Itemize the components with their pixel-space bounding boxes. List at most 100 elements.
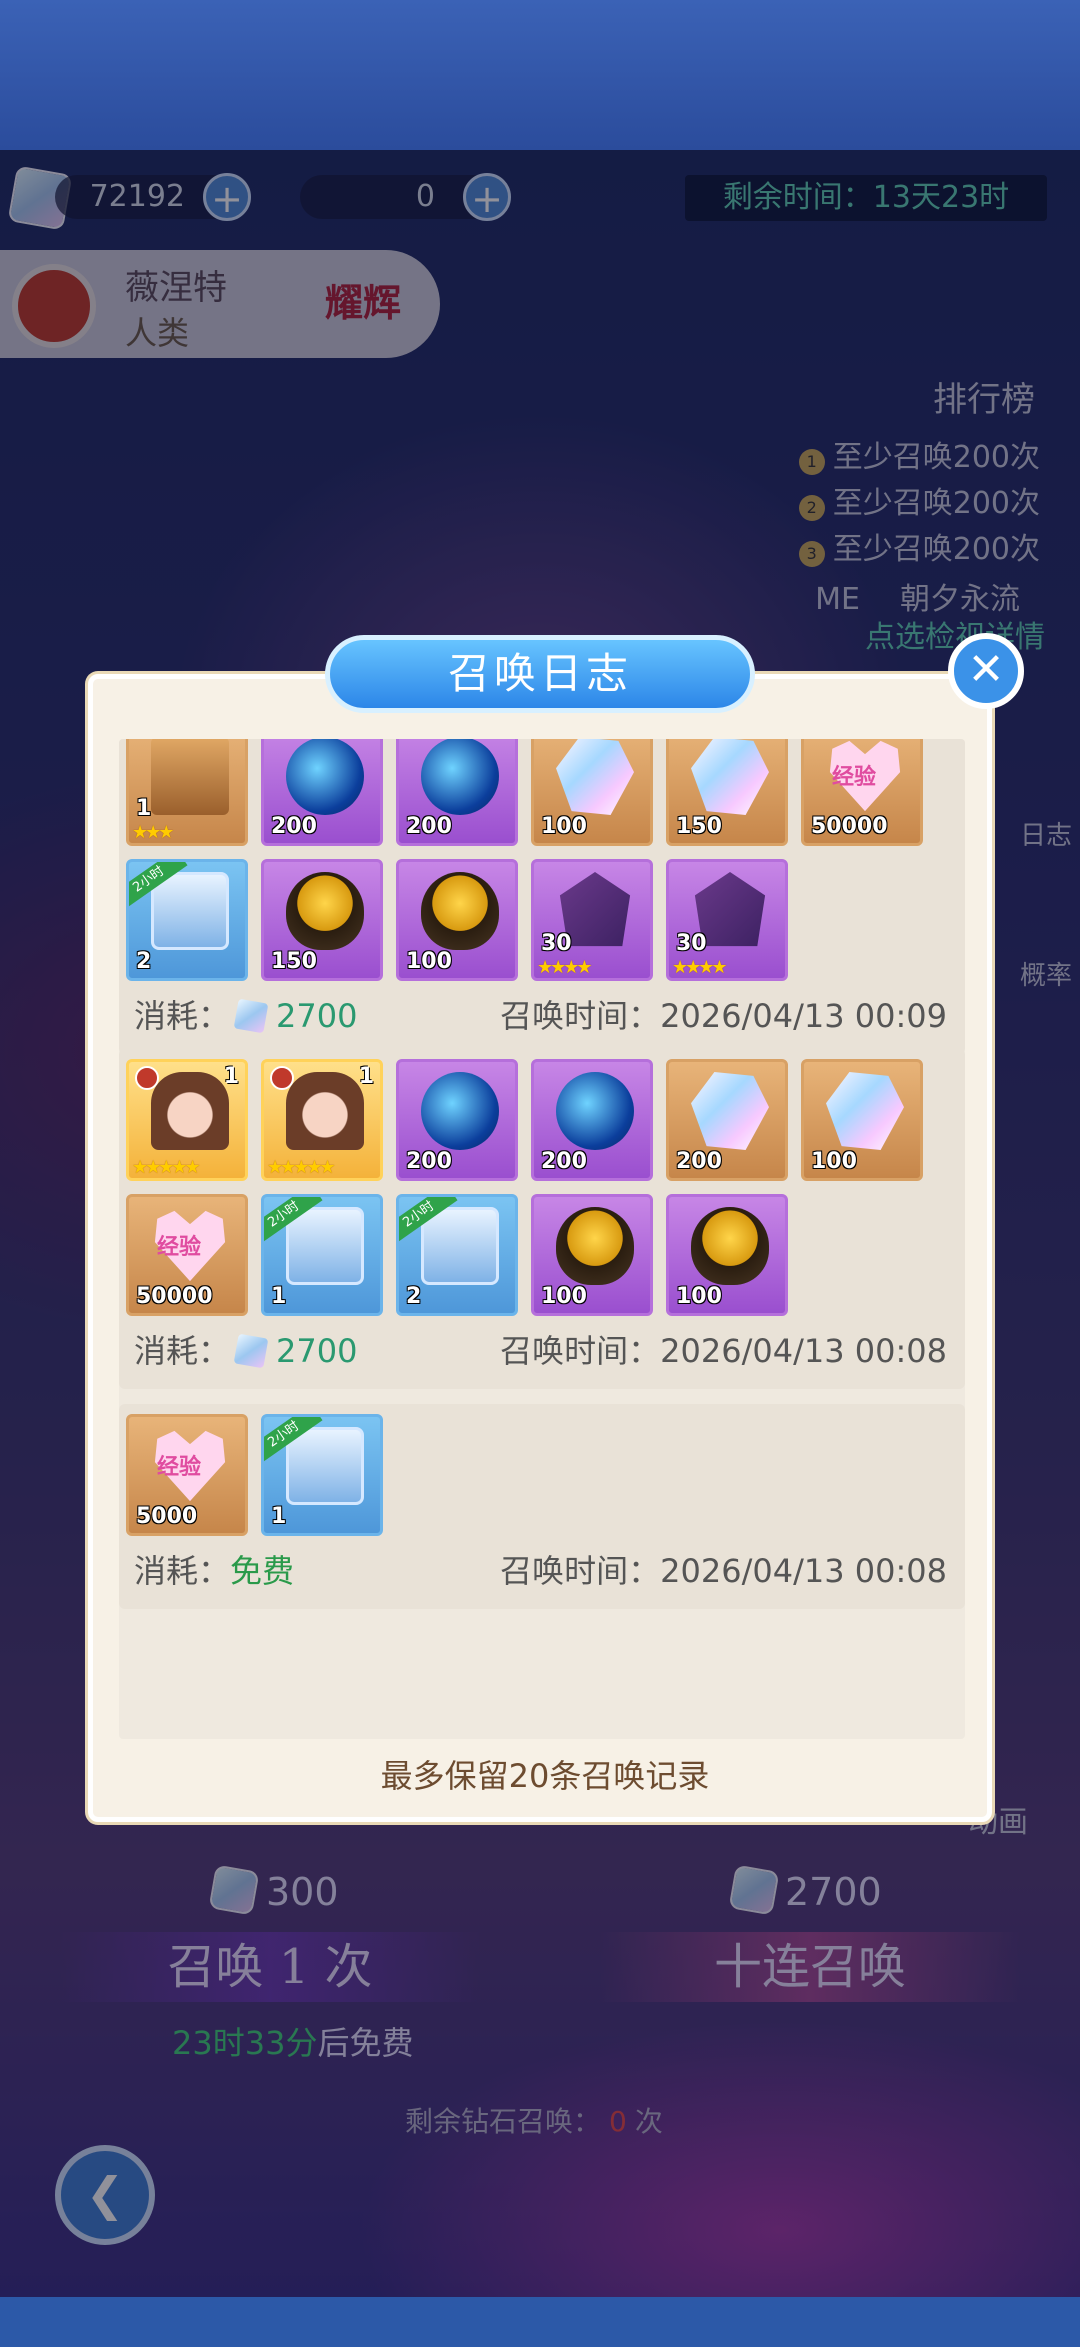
reward-item[interactable]: 200 — [396, 1059, 518, 1181]
cost-value: 2700 — [276, 997, 358, 1035]
reward-item[interactable]: 200 — [261, 739, 383, 846]
box-icon — [151, 739, 229, 815]
time-label: 召唤时间： — [500, 1552, 661, 1590]
gem-icon — [691, 1072, 769, 1150]
egg-icon — [286, 872, 364, 950]
item-quantity: 50000 — [811, 814, 888, 839]
summon-record: 1 ★★★ 200 200 100 150 经验 50000 2小时 2 150 100 30 ★★★★ 3… — [119, 739, 965, 1054]
item-quantity: 1 — [271, 1504, 287, 1529]
reward-item[interactable]: 100 — [801, 1059, 923, 1181]
rarity-stars: ★★★★ — [537, 957, 593, 978]
log-footer-note: 最多保留20条召唤记录 — [380, 1757, 710, 1795]
diamond-icon — [233, 1333, 269, 1369]
rarity-stars: ★★★★★ — [267, 1157, 336, 1178]
item-label: 经验 — [832, 765, 877, 790]
reward-item[interactable]: 100 — [666, 1194, 788, 1316]
egg-icon — [421, 872, 499, 950]
chest-icon — [286, 1207, 364, 1285]
item-quantity: 150 — [271, 949, 317, 974]
reward-item[interactable]: 150 — [666, 739, 788, 846]
reward-item[interactable]: 150 — [261, 859, 383, 981]
close-dialog-button[interactable]: ✕ — [948, 633, 1024, 709]
record-cost: 消耗： 2700 — [134, 996, 357, 1036]
cost-label: 消耗： — [134, 1332, 231, 1370]
girl-icon — [151, 1072, 229, 1150]
item-quantity: 100 — [541, 1284, 587, 1309]
time-value: 2026/04/13 00:08 — [660, 1332, 947, 1370]
cost-value: 2700 — [276, 1332, 358, 1370]
chest-icon — [421, 1207, 499, 1285]
dialog-title: 召唤日志 — [325, 635, 755, 713]
item-quantity: 200 — [676, 1149, 722, 1174]
item-quantity: 1 — [223, 1064, 239, 1089]
reward-item[interactable]: 200 — [396, 739, 518, 846]
reward-item[interactable]: 100 — [396, 859, 518, 981]
record-time: 召唤时间：2026/04/13 00:08 — [500, 1331, 947, 1371]
reward-item[interactable]: 经验 50000 — [126, 1194, 248, 1316]
item-quantity: 200 — [271, 814, 317, 839]
reward-item[interactable]: 经验 50000 — [801, 739, 923, 846]
item-label: 经验 — [157, 1235, 202, 1260]
summon-record: 1 ★★★★★ 1 ★★★★★ 200 200 200 100 经验 50000 2小时 1 2小时 2 1… — [119, 1049, 965, 1389]
reward-item[interactable]: 100 — [531, 739, 653, 846]
rarity-stars: ★★★ — [132, 822, 174, 843]
item-quantity: 2 — [406, 1284, 422, 1309]
time-value: 2026/04/13 00:09 — [660, 997, 947, 1035]
item-quantity: 5000 — [136, 1504, 198, 1529]
top-band — [0, 0, 1080, 150]
chest-icon — [286, 1427, 364, 1505]
cost-label: 消耗： — [134, 1552, 231, 1590]
reward-item[interactable]: 1 ★★★★★ — [126, 1059, 248, 1181]
time-label: 召唤时间： — [500, 997, 661, 1035]
orb-icon — [421, 1072, 499, 1150]
reward-item[interactable]: 2小时 2 — [396, 1194, 518, 1316]
reward-item[interactable]: 2小时 2 — [126, 859, 248, 981]
egg-icon — [691, 1207, 769, 1285]
orb-icon — [556, 1072, 634, 1150]
reward-item[interactable]: 1 ★★★★★ — [261, 1059, 383, 1181]
reward-item[interactable]: 经验 5000 — [126, 1414, 248, 1536]
bottom-band — [0, 2297, 1080, 2347]
reward-item[interactable]: 30 ★★★★ — [666, 859, 788, 981]
reward-item[interactable]: 2小时 1 — [261, 1194, 383, 1316]
fire-element-icon — [135, 1066, 159, 1090]
item-quantity: 200 — [541, 1149, 587, 1174]
reward-item[interactable]: 1 ★★★ — [126, 739, 248, 846]
item-quantity: 50000 — [136, 1284, 213, 1309]
record-cost: 消耗： 2700 — [134, 1331, 357, 1371]
cost-value: 免费 — [230, 1552, 295, 1590]
rarity-stars: ★★★★ — [672, 957, 728, 978]
reward-item[interactable]: 200 — [666, 1059, 788, 1181]
item-quantity: 30 — [676, 931, 707, 956]
item-label: 经验 — [157, 1455, 202, 1480]
orb-icon — [286, 739, 364, 815]
item-quantity: 200 — [406, 1149, 452, 1174]
egg-icon — [556, 1207, 634, 1285]
item-quantity: 100 — [676, 1284, 722, 1309]
orb-icon — [421, 739, 499, 815]
item-quantity: 150 — [676, 814, 722, 839]
item-quantity: 1 — [136, 796, 152, 821]
cost-label: 消耗： — [134, 997, 231, 1035]
reward-item[interactable]: 100 — [531, 1194, 653, 1316]
reward-item[interactable]: 2小时 1 — [261, 1414, 383, 1536]
item-quantity: 1 — [358, 1064, 374, 1089]
summon-log-list[interactable]: 1 ★★★ 200 200 100 150 经验 50000 2小时 2 150 100 30 ★★★★ 3… — [119, 739, 965, 1739]
item-quantity: 2 — [136, 949, 152, 974]
item-quantity: 1 — [271, 1284, 287, 1309]
gem-icon — [691, 739, 769, 815]
rarity-stars: ★★★★★ — [132, 1157, 201, 1178]
record-cost: 消耗：免费 — [134, 1551, 294, 1591]
reward-item[interactable]: 200 — [531, 1059, 653, 1181]
girl-icon — [286, 1072, 364, 1150]
record-time: 召唤时间：2026/04/13 00:08 — [500, 1551, 947, 1591]
diamond-icon — [233, 998, 269, 1034]
item-quantity: 200 — [406, 814, 452, 839]
item-quantity: 30 — [541, 931, 572, 956]
summon-log-dialog: 1 ★★★ 200 200 100 150 经验 50000 2小时 2 150 100 30 ★★★★ 3… — [88, 674, 992, 1822]
screen: 72192 + 0 + 剩余时间：13天23时 薇涅特 人类 耀辉 排行榜 1至… — [0, 0, 1080, 2347]
fire-element-icon — [270, 1066, 294, 1090]
item-quantity: 100 — [406, 949, 452, 974]
reward-item[interactable]: 30 ★★★★ — [531, 859, 653, 981]
time-value: 2026/04/13 00:08 — [660, 1552, 947, 1590]
